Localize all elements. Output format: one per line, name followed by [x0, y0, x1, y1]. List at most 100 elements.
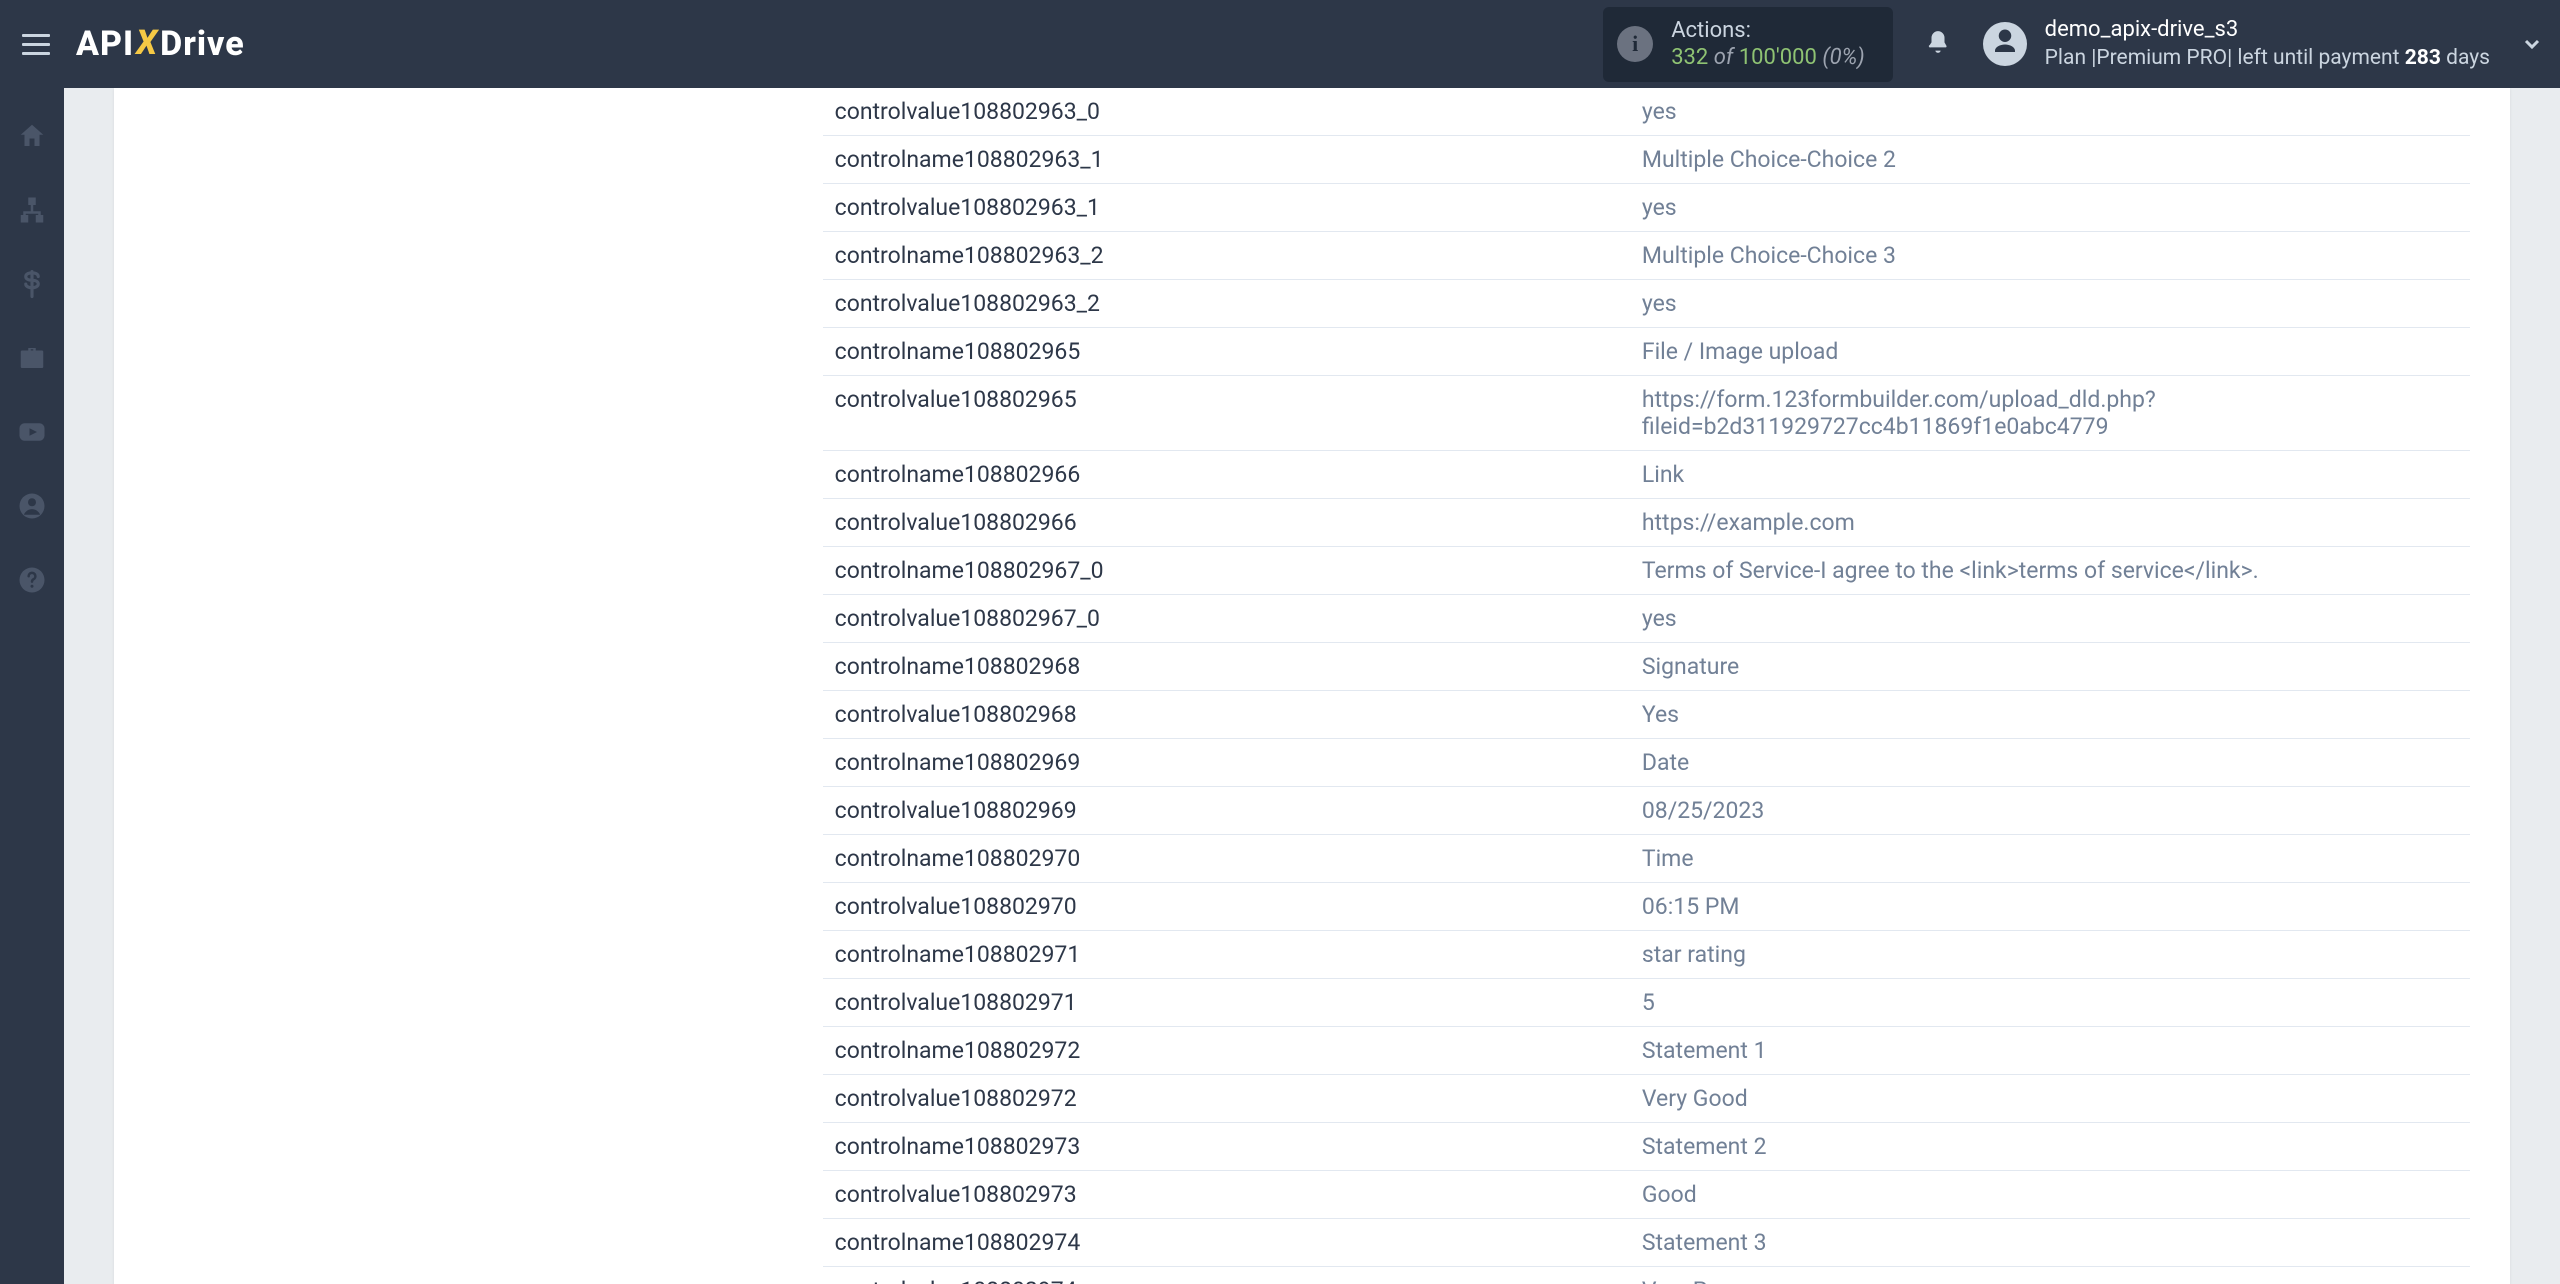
table-row: controlvalue108802963_2yes — [823, 280, 2470, 328]
field-value-table: controlvalue108802963_0yescontrolname108… — [823, 88, 2470, 1284]
field-key: controlname108802973 — [823, 1123, 1630, 1171]
field-key: controlname108802965 — [823, 328, 1630, 376]
field-value: Date — [1630, 739, 2470, 787]
avatar — [1983, 22, 2027, 66]
field-value: https://form.123formbuilder.com/upload_d… — [1630, 376, 2470, 451]
table-row: controlname108802974Statement 3 — [823, 1219, 2470, 1267]
field-value: Yes — [1630, 691, 2470, 739]
home-icon — [17, 121, 47, 155]
plan-days-num: 283 — [2405, 46, 2441, 70]
content-panel: controlvalue108802963_0yescontrolname108… — [114, 88, 2510, 1284]
table-row: controlname108802963_1Multiple Choice-Ch… — [823, 136, 2470, 184]
field-value: 08/25/2023 — [1630, 787, 2470, 835]
user-name: demo_apix-drive_s3 — [2045, 16, 2490, 45]
field-value: yes — [1630, 280, 2470, 328]
actions-of: of — [1714, 45, 1734, 70]
user-block[interactable]: demo_apix-drive_s3 Plan |Premium PRO| le… — [1983, 16, 2490, 72]
sidebar-item-marketplace[interactable] — [12, 340, 52, 380]
table-row: controlvalue108802974Very Poor — [823, 1267, 2470, 1284]
plan-days-word: days — [2446, 46, 2490, 70]
field-key: controlvalue108802970 — [823, 883, 1630, 931]
sidebar-item-tutorials[interactable] — [12, 414, 52, 454]
youtube-icon — [17, 417, 47, 451]
field-value: Signature — [1630, 643, 2470, 691]
actions-text: Actions: 332 of 100'000 (0%) — [1671, 17, 1864, 72]
logo-text-drive: Drive — [160, 24, 245, 64]
sidebar-item-help[interactable] — [12, 562, 52, 602]
sidebar-item-connections[interactable] — [12, 192, 52, 232]
field-value: Multiple Choice-Choice 3 — [1630, 232, 2470, 280]
table-row: controlvalue108802967_0yes — [823, 595, 2470, 643]
field-value: Statement 1 — [1630, 1027, 2470, 1075]
logo-text-x: X — [136, 23, 158, 63]
notifications-button[interactable] — [1923, 29, 1953, 59]
field-key: controlname108802970 — [823, 835, 1630, 883]
table-row: controlname108802968Signature — [823, 643, 2470, 691]
actions-percent: (0%) — [1822, 45, 1864, 70]
field-key: controlvalue108802963_2 — [823, 280, 1630, 328]
field-value: Very Poor — [1630, 1267, 2470, 1284]
field-value: 06:15 PM — [1630, 883, 2470, 931]
field-key: controlvalue108802974 — [823, 1267, 1630, 1284]
field-value: Good — [1630, 1171, 2470, 1219]
table-row: controlname108802973Statement 2 — [823, 1123, 2470, 1171]
field-value: 5 — [1630, 979, 2470, 1027]
sidebar-item-billing[interactable] — [12, 266, 52, 306]
field-key: controlvalue108802967_0 — [823, 595, 1630, 643]
field-value: Statement 3 — [1630, 1219, 2470, 1267]
field-key: controlvalue108802969 — [823, 787, 1630, 835]
field-key: controlvalue108802963_1 — [823, 184, 1630, 232]
field-key: controlname108802971 — [823, 931, 1630, 979]
field-value: Multiple Choice-Choice 2 — [1630, 136, 2470, 184]
sidebar-item-account[interactable] — [12, 488, 52, 528]
field-key: controlvalue108802966 — [823, 499, 1630, 547]
field-value: yes — [1630, 184, 2470, 232]
table-row: controlname108802966Link — [823, 451, 2470, 499]
user-menu-toggle[interactable] — [2520, 32, 2544, 56]
menu-toggle[interactable] — [16, 24, 56, 64]
sidebar-item-home[interactable] — [12, 118, 52, 158]
bell-icon — [1925, 29, 1951, 59]
table-row: controlname108802970Time — [823, 835, 2470, 883]
table-row: controlname108802965File / Image upload — [823, 328, 2470, 376]
field-value: yes — [1630, 88, 2470, 136]
field-value: Statement 2 — [1630, 1123, 2470, 1171]
table-row: controlvalue108802973Good — [823, 1171, 2470, 1219]
data-table-wrap: controlvalue108802963_0yescontrolname108… — [823, 88, 2510, 1284]
field-key: controlname108802963_2 — [823, 232, 1630, 280]
field-key: controlvalue108802971 — [823, 979, 1630, 1027]
field-value: yes — [1630, 595, 2470, 643]
table-row: controlname108802963_2Multiple Choice-Ch… — [823, 232, 2470, 280]
table-row: controlvalue108802968Yes — [823, 691, 2470, 739]
field-key: controlvalue108802973 — [823, 1171, 1630, 1219]
field-key: controlname108802967_0 — [823, 547, 1630, 595]
actions-used: 332 — [1671, 45, 1708, 70]
actions-counter[interactable]: i Actions: 332 of 100'000 (0%) — [1603, 7, 1892, 82]
table-row: controlvalue10880296908/25/2023 — [823, 787, 2470, 835]
plan-mid: | left until payment — [2227, 46, 2399, 70]
field-key: controlvalue108802972 — [823, 1075, 1630, 1123]
chevron-down-icon — [2520, 41, 2544, 60]
table-row: controlname108802971star rating — [823, 931, 2470, 979]
briefcase-icon — [17, 343, 47, 377]
table-row: controlvalue108802963_0yes — [823, 88, 2470, 136]
field-key: controlvalue108802968 — [823, 691, 1630, 739]
field-key: controlname108802972 — [823, 1027, 1630, 1075]
user-circle-icon — [17, 491, 47, 525]
dollar-icon — [17, 269, 47, 303]
app-header: APIXDrive i Actions: 332 of 100'000 (0%)… — [0, 0, 2560, 88]
field-key: controlvalue108802963_0 — [823, 88, 1630, 136]
question-icon — [17, 565, 47, 599]
table-row: controlvalue108802963_1yes — [823, 184, 2470, 232]
user-icon — [1990, 27, 2020, 61]
actions-total: 100'000 — [1739, 45, 1817, 70]
logo[interactable]: APIXDrive — [76, 24, 245, 64]
plan-name: Premium PRO — [2096, 46, 2227, 70]
table-row: controlname108802967_0Terms of Service-I… — [823, 547, 2470, 595]
field-value: star rating — [1630, 931, 2470, 979]
table-row: controlvalue108802966https://example.com — [823, 499, 2470, 547]
sidebar — [0, 88, 64, 1284]
info-icon: i — [1617, 26, 1653, 62]
field-value: Terms of Service-I agree to the <link>te… — [1630, 547, 2470, 595]
field-key: controlname108802968 — [823, 643, 1630, 691]
